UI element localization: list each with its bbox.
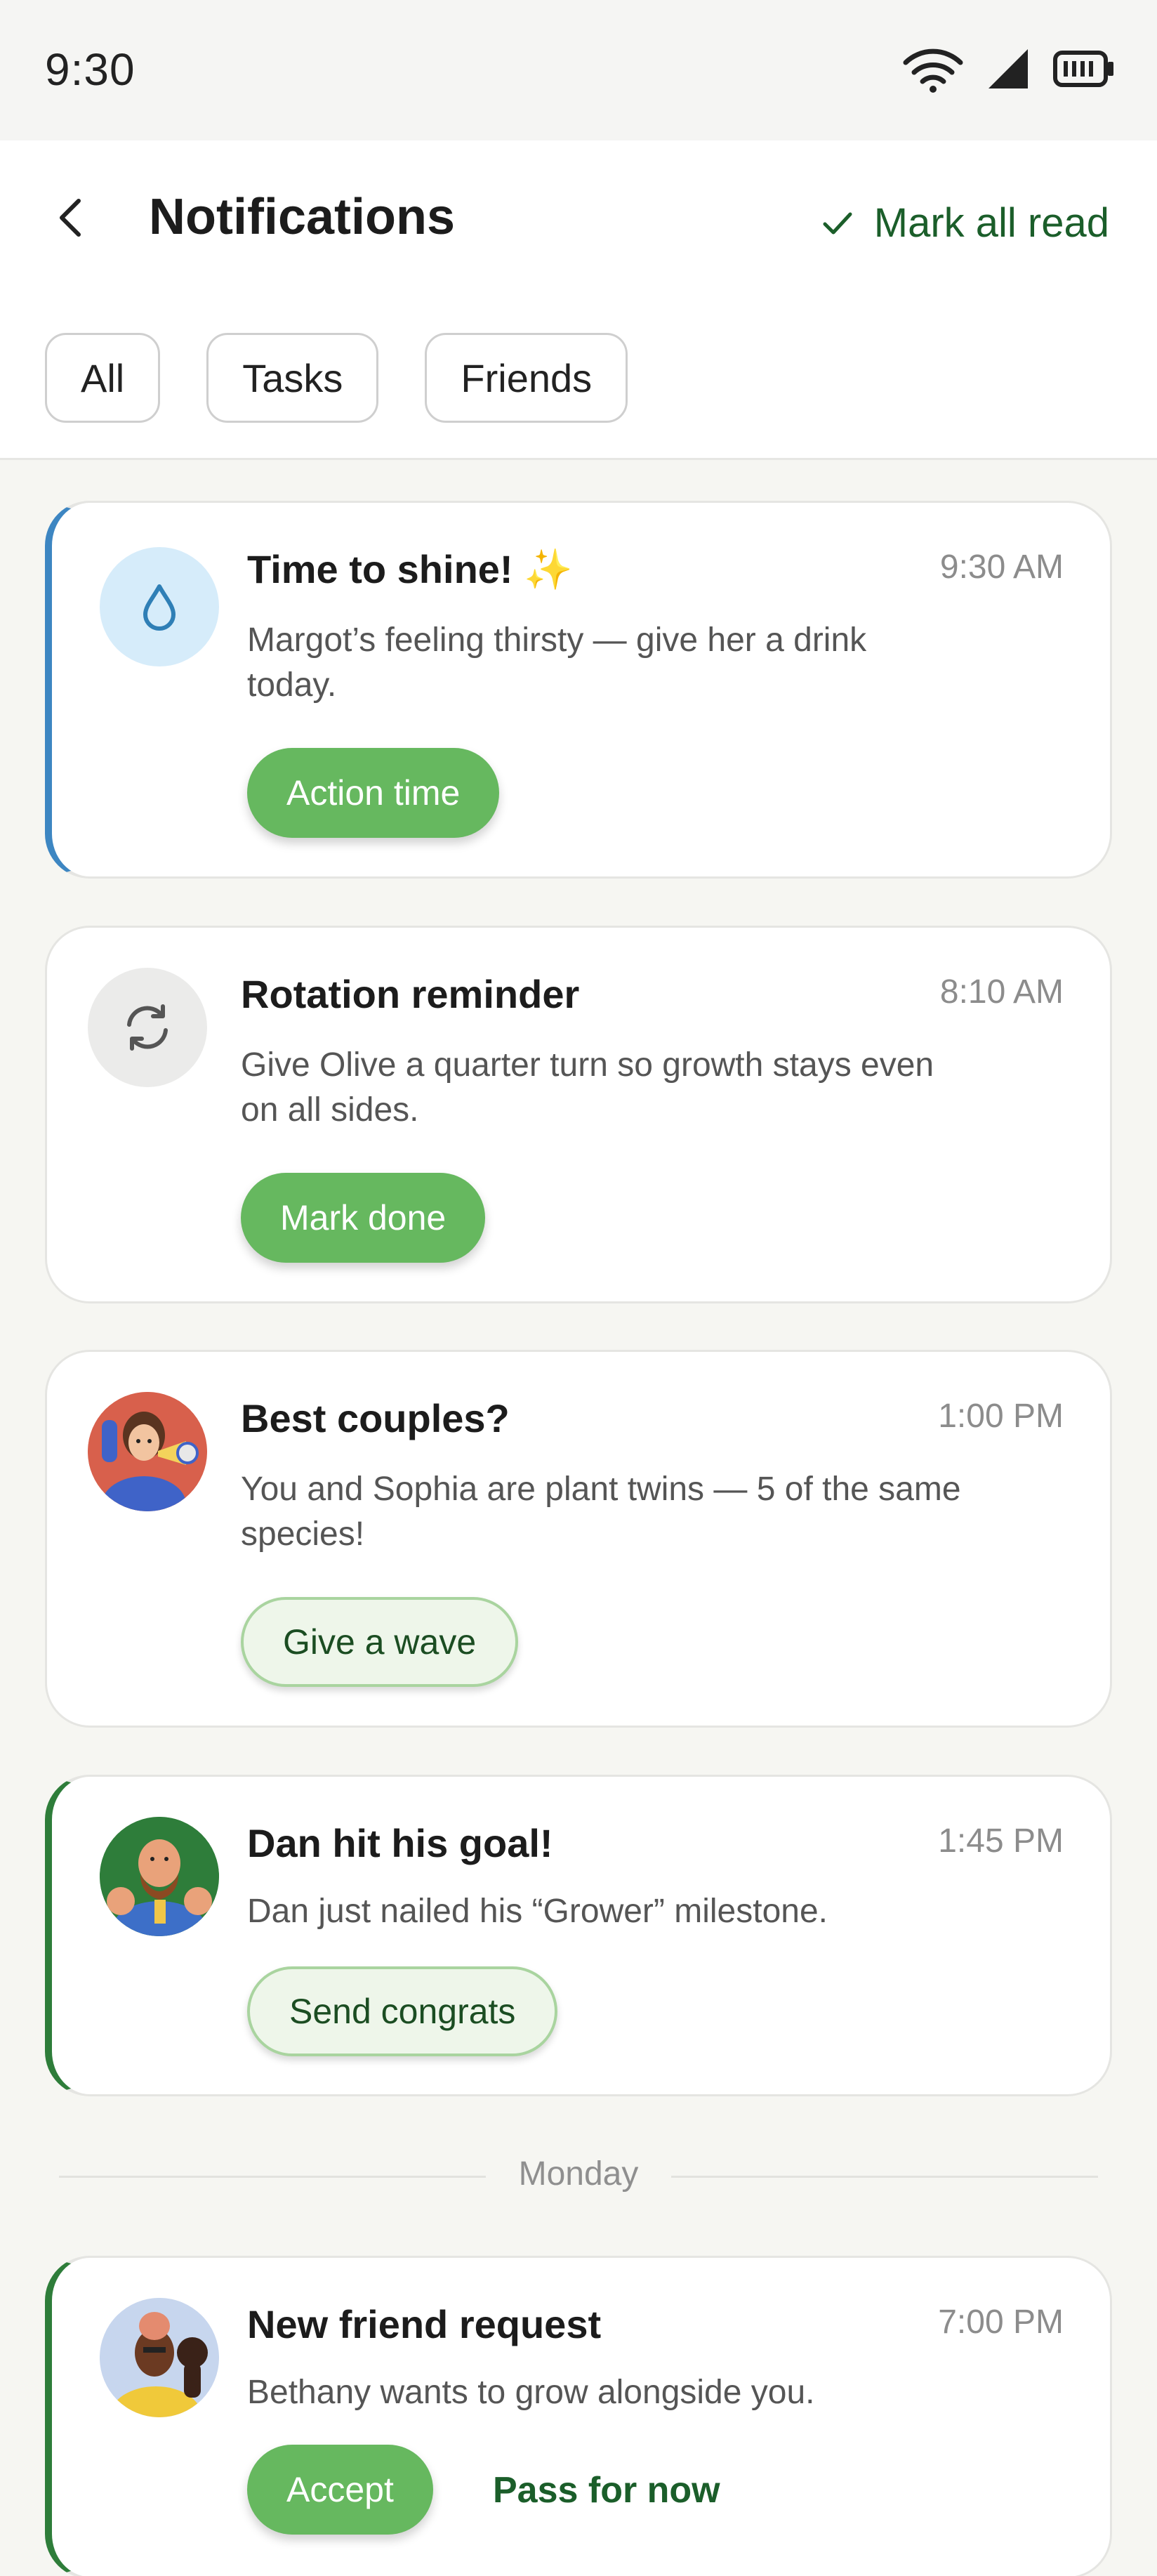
notification-title: Time to shine! ✨ <box>247 547 573 591</box>
notification-time: 9:30 AM <box>939 548 1064 586</box>
notification-body: Dan just nailed his “Grower” milestone. <box>247 1893 828 1930</box>
notification-title: Rotation reminder <box>241 972 580 1016</box>
check-icon <box>822 199 853 247</box>
notification-time: 1:45 PM <box>938 1822 1064 1860</box>
notification-title: New friend request <box>247 2302 602 2346</box>
mark-all-read-label: Mark all read <box>873 200 1109 246</box>
notification-body: You and Sophia are plant twins — 5 of th… <box>241 1471 961 1553</box>
notification-card[interactable]: Dan hit his goal! 1:45 PM Dan just naile… <box>45 1775 1112 2096</box>
chevron-left-icon <box>56 197 84 242</box>
mark-all-read-button[interactable]: Mark all read <box>822 199 1109 247</box>
avatar <box>88 1392 207 1511</box>
notification-card[interactable]: Time to shine! ✨ 9:30 AM Margot’s feelin… <box>45 501 1112 879</box>
notification-card[interactable]: New friend request 7:00 PM Bethany wants… <box>45 2256 1112 2576</box>
action-time-button[interactable]: Action time <box>247 748 500 838</box>
water-drop-icon <box>100 547 219 666</box>
send-congrats-button[interactable]: Send congrats <box>247 1966 558 2056</box>
filter-chip-friends[interactable]: Friends <box>425 333 628 423</box>
notification-title: Best couples? <box>241 1396 510 1440</box>
notification-time: 7:00 PM <box>938 2304 1064 2341</box>
notification-body: Margot’s feeling thirsty — give her a dr… <box>247 622 867 704</box>
avatar <box>100 1817 219 1936</box>
filter-chip-tasks[interactable]: Tasks <box>206 333 379 423</box>
rotate-icon <box>88 968 207 1087</box>
filter-chip-all[interactable]: All <box>45 333 161 423</box>
notification-time: 8:10 AM <box>939 973 1064 1011</box>
status-icons <box>903 44 1115 97</box>
pass-for-now-button[interactable]: Pass for now <box>493 2469 720 2511</box>
filter-chips: All Tasks Friends <box>45 333 628 423</box>
notification-time: 1:00 PM <box>938 1398 1064 1435</box>
cellular-signal-icon <box>989 48 1028 92</box>
accept-button[interactable]: Accept <box>247 2445 433 2535</box>
page-title: Notifications <box>149 189 456 245</box>
battery-icon <box>1053 49 1115 92</box>
notification-card[interactable]: Rotation reminder 8:10 AM Give Olive a q… <box>45 926 1112 1303</box>
avatar <box>100 2298 219 2417</box>
give-a-wave-button[interactable]: Give a wave <box>241 1597 519 1687</box>
notification-card[interactable]: Best couples? 1:00 PM You and Sophia are… <box>45 1350 1112 1728</box>
notification-body: Bethany wants to grow alongside you. <box>247 2374 815 2411</box>
mark-done-button[interactable]: Mark done <box>241 1173 486 1263</box>
status-time: 9:30 <box>45 44 135 95</box>
notification-body: Give Olive a quarter turn so growth stay… <box>241 1046 934 1129</box>
notification-title: Dan hit his goal! <box>247 1821 553 1865</box>
divider-line-right <box>671 2176 1098 2178</box>
day-divider: Monday <box>59 2155 1098 2197</box>
back-button[interactable] <box>56 190 98 249</box>
wifi-icon <box>903 44 963 97</box>
day-divider-label: Monday <box>518 2155 639 2193</box>
status-bar: 9:30 <box>0 0 1157 140</box>
